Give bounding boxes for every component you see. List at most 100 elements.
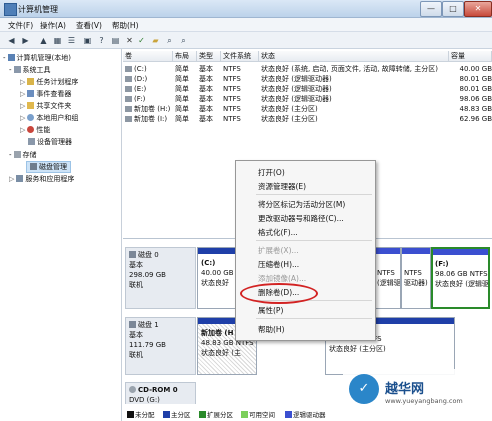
volume-cell[interactable]: 基本 — [199, 85, 221, 94]
clock-icon — [27, 78, 35, 85]
volume-cell[interactable]: 基本 — [199, 75, 221, 84]
maximize-button[interactable]: □ — [442, 1, 464, 17]
volume-cell[interactable]: NTFS — [223, 95, 259, 104]
volume-cell[interactable]: (C:) — [134, 65, 173, 74]
toolbar: ◀ ▶ ▲ ▦ ☰ ▣ ? ▤ ✕ ✓ ▰ ⌕ ⌕ — [0, 32, 492, 49]
magnifier-icon[interactable]: ⌕ — [178, 35, 189, 46]
delete-icon[interactable]: ✕ — [124, 35, 135, 46]
volume-cell[interactable]: 98.06 GB — [451, 95, 492, 104]
volume-icon — [125, 86, 132, 92]
menu-shrink-volume[interactable]: 压缩卷(H)... — [258, 259, 299, 270]
volume-cell[interactable]: 40.00 GB — [451, 65, 492, 74]
volume-cell[interactable]: 新加卷 (H:) — [134, 105, 173, 114]
volume-cell[interactable]: 基本 — [199, 105, 221, 114]
tree-item-shared-folders[interactable]: ▷ 共享文件夹 — [20, 101, 71, 111]
volume-cell[interactable]: 80.01 GB — [451, 85, 492, 94]
volume-cell[interactable]: 简单 — [175, 75, 197, 84]
volume-cell[interactable]: 状态良好 (主分区) — [261, 115, 449, 124]
column-header-layout[interactable]: 布局 — [173, 51, 197, 62]
volume-cell[interactable]: 62.96 GB — [451, 115, 492, 124]
disk-1-name: 磁盘 1 — [129, 320, 192, 330]
volume-cell[interactable]: NTFS — [223, 85, 259, 94]
tree-item-event-viewer[interactable]: ▷ 事件查看器 — [20, 89, 71, 99]
menu-open[interactable]: 打开(O) — [258, 167, 285, 178]
disk-management-icon — [30, 163, 37, 170]
tree-item-performance[interactable]: ▷ 性能 — [20, 125, 50, 135]
tree-item-services-apps[interactable]: ▷ 服务和应用程序 — [9, 174, 74, 184]
volume-cell[interactable]: 状态良好 (逻辑驱动器) — [261, 75, 449, 84]
menu-help[interactable]: 帮助(H) — [258, 324, 285, 335]
disk-1-header[interactable]: 磁盘 1 基本 111.79 GB 联机 — [125, 317, 196, 375]
list-icon[interactable]: ☰ — [66, 35, 77, 46]
tree-item-disk-management[interactable]: 磁盘管理 — [26, 161, 71, 173]
close-button[interactable]: ✕ — [464, 1, 492, 17]
volume-cell[interactable]: 简单 — [175, 95, 197, 104]
up-icon[interactable]: ▲ — [38, 35, 49, 46]
partition-f[interactable]: (F:) 98.06 GB NTFS 状态良好 (逻辑驱动器) — [431, 247, 490, 309]
menu-action[interactable]: 操作(A) — [40, 20, 66, 31]
disk-1-status: 联机 — [129, 351, 143, 359]
partition-i-status: 状态良好 (主分区) — [329, 345, 386, 353]
show-hide-tree-icon[interactable]: ▦ — [52, 35, 63, 46]
disk-icon — [129, 251, 136, 258]
volume-cell[interactable]: 80.01 GB — [451, 75, 492, 84]
tree-item-device-manager[interactable]: 设备管理器 — [28, 137, 72, 147]
tree-item-storage[interactable]: - 存储 — [9, 150, 37, 160]
menu-mark-active[interactable]: 将分区标记为活动分区(M) — [258, 199, 345, 210]
computer-icon — [7, 54, 15, 61]
volume-cell[interactable]: 状态良好 (逻辑驱动器) — [261, 85, 449, 94]
volume-cell[interactable]: 简单 — [175, 105, 197, 114]
properties-icon[interactable]: ▣ — [82, 35, 93, 46]
tree-item-task-scheduler[interactable]: ▷ 任务计划程序 — [20, 77, 78, 87]
column-header-type[interactable]: 类型 — [197, 51, 221, 62]
tree-item-system-tools[interactable]: - 系统工具 — [9, 65, 51, 75]
volume-cell[interactable]: NTFS — [223, 65, 259, 74]
volume-cell[interactable]: NTFS — [223, 115, 259, 124]
menu-help[interactable]: 帮助(H) — [112, 20, 139, 31]
column-header-filesystem[interactable]: 文件系统 — [221, 51, 259, 62]
menu-change-drive-letter[interactable]: 更改驱动器号和路径(C)... — [258, 213, 344, 224]
menu-properties[interactable]: 属性(P) — [258, 305, 283, 316]
tree-item-local-users[interactable]: ▷ 本地用户和组 — [20, 113, 78, 123]
volume-cell[interactable]: 状态良好 (逻辑驱动器) — [261, 95, 449, 104]
volume-cell[interactable]: 基本 — [199, 115, 221, 124]
tree-item-computer-management[interactable]: - 计算机管理(本地) — [3, 53, 71, 63]
menu-view[interactable]: 查看(V) — [76, 20, 102, 31]
volume-cell[interactable]: 简单 — [175, 115, 197, 124]
volume-cell[interactable]: 状态良好 (主分区) — [261, 105, 449, 114]
volume-cell[interactable]: 新加卷 (I:) — [134, 115, 173, 124]
disk-0-header[interactable]: 磁盘 0 基本 298.09 GB 联机 — [125, 247, 196, 309]
volume-cell[interactable]: NTFS — [223, 105, 259, 114]
forward-icon[interactable]: ▶ — [20, 35, 31, 46]
volume-cell[interactable]: 简单 — [175, 65, 197, 74]
menu-file[interactable]: 文件(F) — [8, 20, 33, 31]
minimize-button[interactable]: — — [420, 1, 442, 17]
volume-cell[interactable]: (D:) — [134, 75, 173, 84]
back-icon[interactable]: ◀ — [6, 35, 17, 46]
legend-free-space: 可用空间 — [241, 409, 275, 419]
partition-d[interactable]: NTFS (逻辑驱动器) — [375, 247, 401, 309]
volume-cell[interactable]: 48.83 GB — [451, 105, 492, 114]
title-bar: 计算机管理 — □ ✕ — [0, 0, 492, 18]
menu-explorer[interactable]: 资源管理器(E) — [258, 181, 306, 192]
column-header-status[interactable]: 状态 — [259, 51, 449, 62]
column-header-volume[interactable]: 卷 — [123, 51, 173, 62]
column-header-capacity[interactable]: 容量 — [449, 51, 492, 62]
partition-e[interactable]: NTFS 驱动器) — [401, 247, 431, 309]
refresh-icon[interactable]: ▤ — [110, 35, 121, 46]
volume-cell[interactable]: (F:) — [134, 95, 173, 104]
help-icon[interactable]: ? — [96, 35, 107, 46]
menu-extend-volume[interactable]: 扩展卷(X)... — [258, 245, 299, 256]
check-icon[interactable]: ✓ — [136, 35, 147, 46]
volume-cell[interactable]: 简单 — [175, 85, 197, 94]
volume-cell[interactable]: (E:) — [134, 85, 173, 94]
cdrom-header[interactable]: CD-ROM 0 DVD (G:) — [125, 382, 196, 406]
watermark-name: 越华网 — [385, 382, 425, 397]
volume-cell[interactable]: 状态良好 (系统, 启动, 页面文件, 活动, 故障转储, 主分区) — [261, 65, 449, 74]
menu-format[interactable]: 格式化(F)... — [258, 227, 298, 238]
folder-open-icon[interactable]: ▰ — [150, 35, 161, 46]
volume-cell[interactable]: 基本 — [199, 95, 221, 104]
volume-cell[interactable]: NTFS — [223, 75, 259, 84]
volume-cell[interactable]: 基本 — [199, 65, 221, 74]
search-icon[interactable]: ⌕ — [164, 35, 175, 46]
